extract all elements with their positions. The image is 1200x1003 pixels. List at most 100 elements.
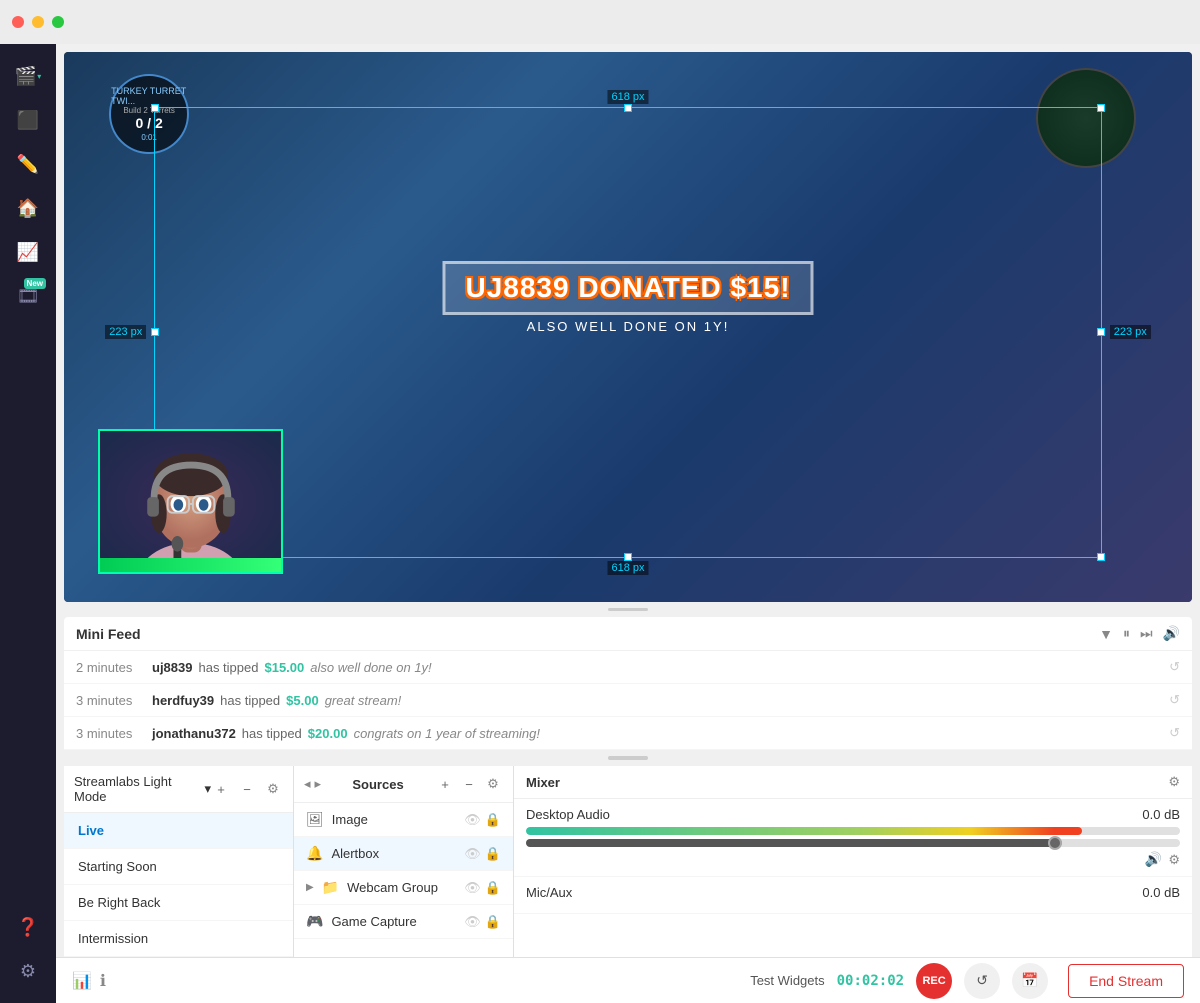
source-eye-icon-2[interactable]: 👁 xyxy=(464,846,481,862)
mixer-settings-icon[interactable]: ⚙ xyxy=(1168,774,1180,790)
sidebar-item-new[interactable]: 🎞 New xyxy=(8,276,48,316)
new-badge: New xyxy=(24,278,46,289)
webcam-overlay[interactable] xyxy=(98,429,283,574)
info-icon[interactable]: ℹ xyxy=(100,971,106,991)
feed-action-0: has tipped xyxy=(198,660,258,675)
history-button[interactable]: ↺ xyxy=(964,963,1000,999)
scenes-header: Streamlabs Light Mode ▾ + − ⚙ xyxy=(64,766,293,813)
feed-action-2: has tipped xyxy=(242,726,302,741)
scene-item-live[interactable]: Live xyxy=(64,813,293,849)
feed-message-0: also well done on 1y! xyxy=(310,660,431,675)
source-lock-icon[interactable]: 🔒 xyxy=(485,812,501,828)
mixer-desktop-slider[interactable] xyxy=(526,839,1180,847)
sources-settings-button[interactable]: ⚙ xyxy=(483,774,503,794)
source-lock-icon-2[interactable]: 🔒 xyxy=(485,846,501,862)
scenes-actions: + − ⚙ xyxy=(211,779,283,799)
mixer-desktop-mute-icon[interactable]: 🔊 xyxy=(1145,851,1162,868)
feed-time-1: 3 minutes xyxy=(76,693,146,708)
sidebar-item-settings[interactable]: ⚙ xyxy=(8,951,48,991)
handle-bm[interactable] xyxy=(624,553,632,561)
source-eye-icon[interactable]: 👁 xyxy=(464,812,481,828)
end-stream-button[interactable]: End Stream xyxy=(1068,964,1184,998)
settings-icon: ⚙ xyxy=(20,961,36,982)
handle-tl[interactable] xyxy=(151,104,159,112)
source-item-alertbox[interactable]: 🔔 Alertbox 👁 🔒 xyxy=(294,837,513,871)
sources-list: 🖼 Image 👁 🔒 🔔 Alertbox 👁 xyxy=(294,803,513,957)
handle-tr[interactable] xyxy=(1097,104,1105,112)
sidebar-item-tools[interactable]: ✏️ xyxy=(8,144,48,184)
skip-icon[interactable]: ⏭ xyxy=(1140,625,1153,642)
mixer-desktop-header: Desktop Audio 0.0 dB xyxy=(526,807,1180,822)
source-lock-icon-3[interactable]: 🔒 xyxy=(485,880,501,896)
expand-icon[interactable]: ▶ xyxy=(306,882,314,893)
mini-feed-title: Mini Feed xyxy=(76,626,141,642)
scenes-settings-button[interactable]: ⚙ xyxy=(263,779,283,799)
sidebar-item-analytics[interactable]: 📈 xyxy=(8,232,48,272)
game-icon: 🎮 xyxy=(306,913,323,930)
feed-item-2: 3 minutes jonathanu372 has tipped $20.00… xyxy=(64,717,1192,750)
source-name-gamecapture: Game Capture xyxy=(331,914,456,929)
handle-tm[interactable] xyxy=(624,104,632,112)
status-left: 📊 ℹ xyxy=(72,971,106,991)
sidebar-item-help[interactable]: ❓ xyxy=(8,907,48,947)
handle-mr[interactable] xyxy=(1097,328,1105,336)
stream-timer: 00:02:02 xyxy=(837,973,904,989)
mixer-panel: Mixer ⚙ Desktop Audio 0.0 dB xyxy=(514,766,1192,957)
source-item-image[interactable]: 🖼 Image 👁 🔒 xyxy=(294,803,513,837)
source-controls-webcam: 👁 🔒 xyxy=(464,880,501,896)
feed-time-2: 3 minutes xyxy=(76,726,146,741)
sources-nav: ◂ ▸ xyxy=(304,776,321,792)
mixer-item-mic: Mic/Aux 0.0 dB xyxy=(514,877,1192,914)
scene-item-intermission[interactable]: Intermission xyxy=(64,921,293,957)
pause-icon[interactable]: ⏸ xyxy=(1123,625,1130,642)
feed-replay-1[interactable]: ↺ xyxy=(1169,692,1180,708)
sources-header: ◂ ▸ Sources + − ⚙ xyxy=(294,766,513,803)
minimize-button[interactable] xyxy=(32,16,44,28)
source-eye-icon-4[interactable]: 👁 xyxy=(464,914,481,930)
source-lock-icon-4[interactable]: 🔒 xyxy=(485,914,501,930)
feed-amount-2: $20.00 xyxy=(308,726,348,741)
sources-remove-button[interactable]: − xyxy=(459,774,479,794)
sources-add-button[interactable]: + xyxy=(435,774,455,794)
mixer-desktop-track xyxy=(526,839,1062,847)
scenes-remove-button[interactable]: − xyxy=(237,779,257,799)
source-item-webcam[interactable]: ▶ 📁 Webcam Group 👁 🔒 xyxy=(294,871,513,905)
preview-area: TURKEY TURRET TWI... Build 2 Turrets 0 /… xyxy=(64,52,1192,602)
sources-back-icon[interactable]: ◂ xyxy=(304,776,311,792)
panel-resize-handle-2[interactable] xyxy=(608,756,648,760)
sidebar-item-home[interactable]: 🏠 xyxy=(8,188,48,228)
sources-folder-icon[interactable]: ▸ xyxy=(315,776,322,792)
scenes-dropdown[interactable]: Streamlabs Light Mode ▾ xyxy=(74,774,211,804)
webcam-bar xyxy=(100,558,281,572)
scene-item-brb[interactable]: Be Right Back xyxy=(64,885,293,921)
scene-item-starting-soon[interactable]: Starting Soon xyxy=(64,849,293,885)
donation-sub: ALSO WELL DONE ON 1Y! xyxy=(442,319,813,334)
scene-label-live: Live xyxy=(78,823,104,838)
calendar-button[interactable]: 📅 xyxy=(1012,963,1048,999)
feed-replay-0[interactable]: ↺ xyxy=(1169,659,1180,675)
volume-icon[interactable]: 🔊 xyxy=(1163,625,1180,642)
panel-resize-handle[interactable] xyxy=(608,608,648,612)
donation-alert: UJ8839 DONATED $15! ALSO WELL DONE ON 1Y… xyxy=(442,261,813,334)
mixer-mic-header: Mic/Aux 0.0 dB xyxy=(526,885,1180,900)
mixer-mic-label: Mic/Aux xyxy=(526,885,572,900)
mixer-desktop-gear-icon[interactable]: ⚙ xyxy=(1168,852,1180,868)
test-widgets-button[interactable]: Test Widgets xyxy=(750,973,824,988)
handle-ml[interactable] xyxy=(151,328,159,336)
sidebar-item-camera[interactable]: 🎬 ▾ xyxy=(8,56,48,96)
bottom-panel: Mini Feed ▼ ⏸ ⏭ 🔊 2 minutes uj8839 has t… xyxy=(64,617,1192,957)
close-button[interactable] xyxy=(12,16,24,28)
source-item-gamecapture[interactable]: 🎮 Game Capture 👁 🔒 xyxy=(294,905,513,939)
sidebar-item-scenes[interactable]: ⬛ xyxy=(8,100,48,140)
stats-icon[interactable]: 📊 xyxy=(72,971,92,991)
status-bar: 📊 ℹ Test Widgets 00:02:02 REC ↺ 📅 End St… xyxy=(56,957,1200,1003)
image-icon: 🖼 xyxy=(306,811,324,828)
handle-br[interactable] xyxy=(1097,553,1105,561)
rec-button[interactable]: REC xyxy=(916,963,952,999)
source-eye-icon-3[interactable]: 👁 xyxy=(464,880,481,896)
scenes-add-button[interactable]: + xyxy=(211,779,231,799)
mixer-desktop-thumb[interactable] xyxy=(1048,836,1062,850)
maximize-button[interactable] xyxy=(52,16,64,28)
feed-replay-2[interactable]: ↺ xyxy=(1169,725,1180,741)
filter-icon[interactable]: ▼ xyxy=(1099,626,1113,642)
